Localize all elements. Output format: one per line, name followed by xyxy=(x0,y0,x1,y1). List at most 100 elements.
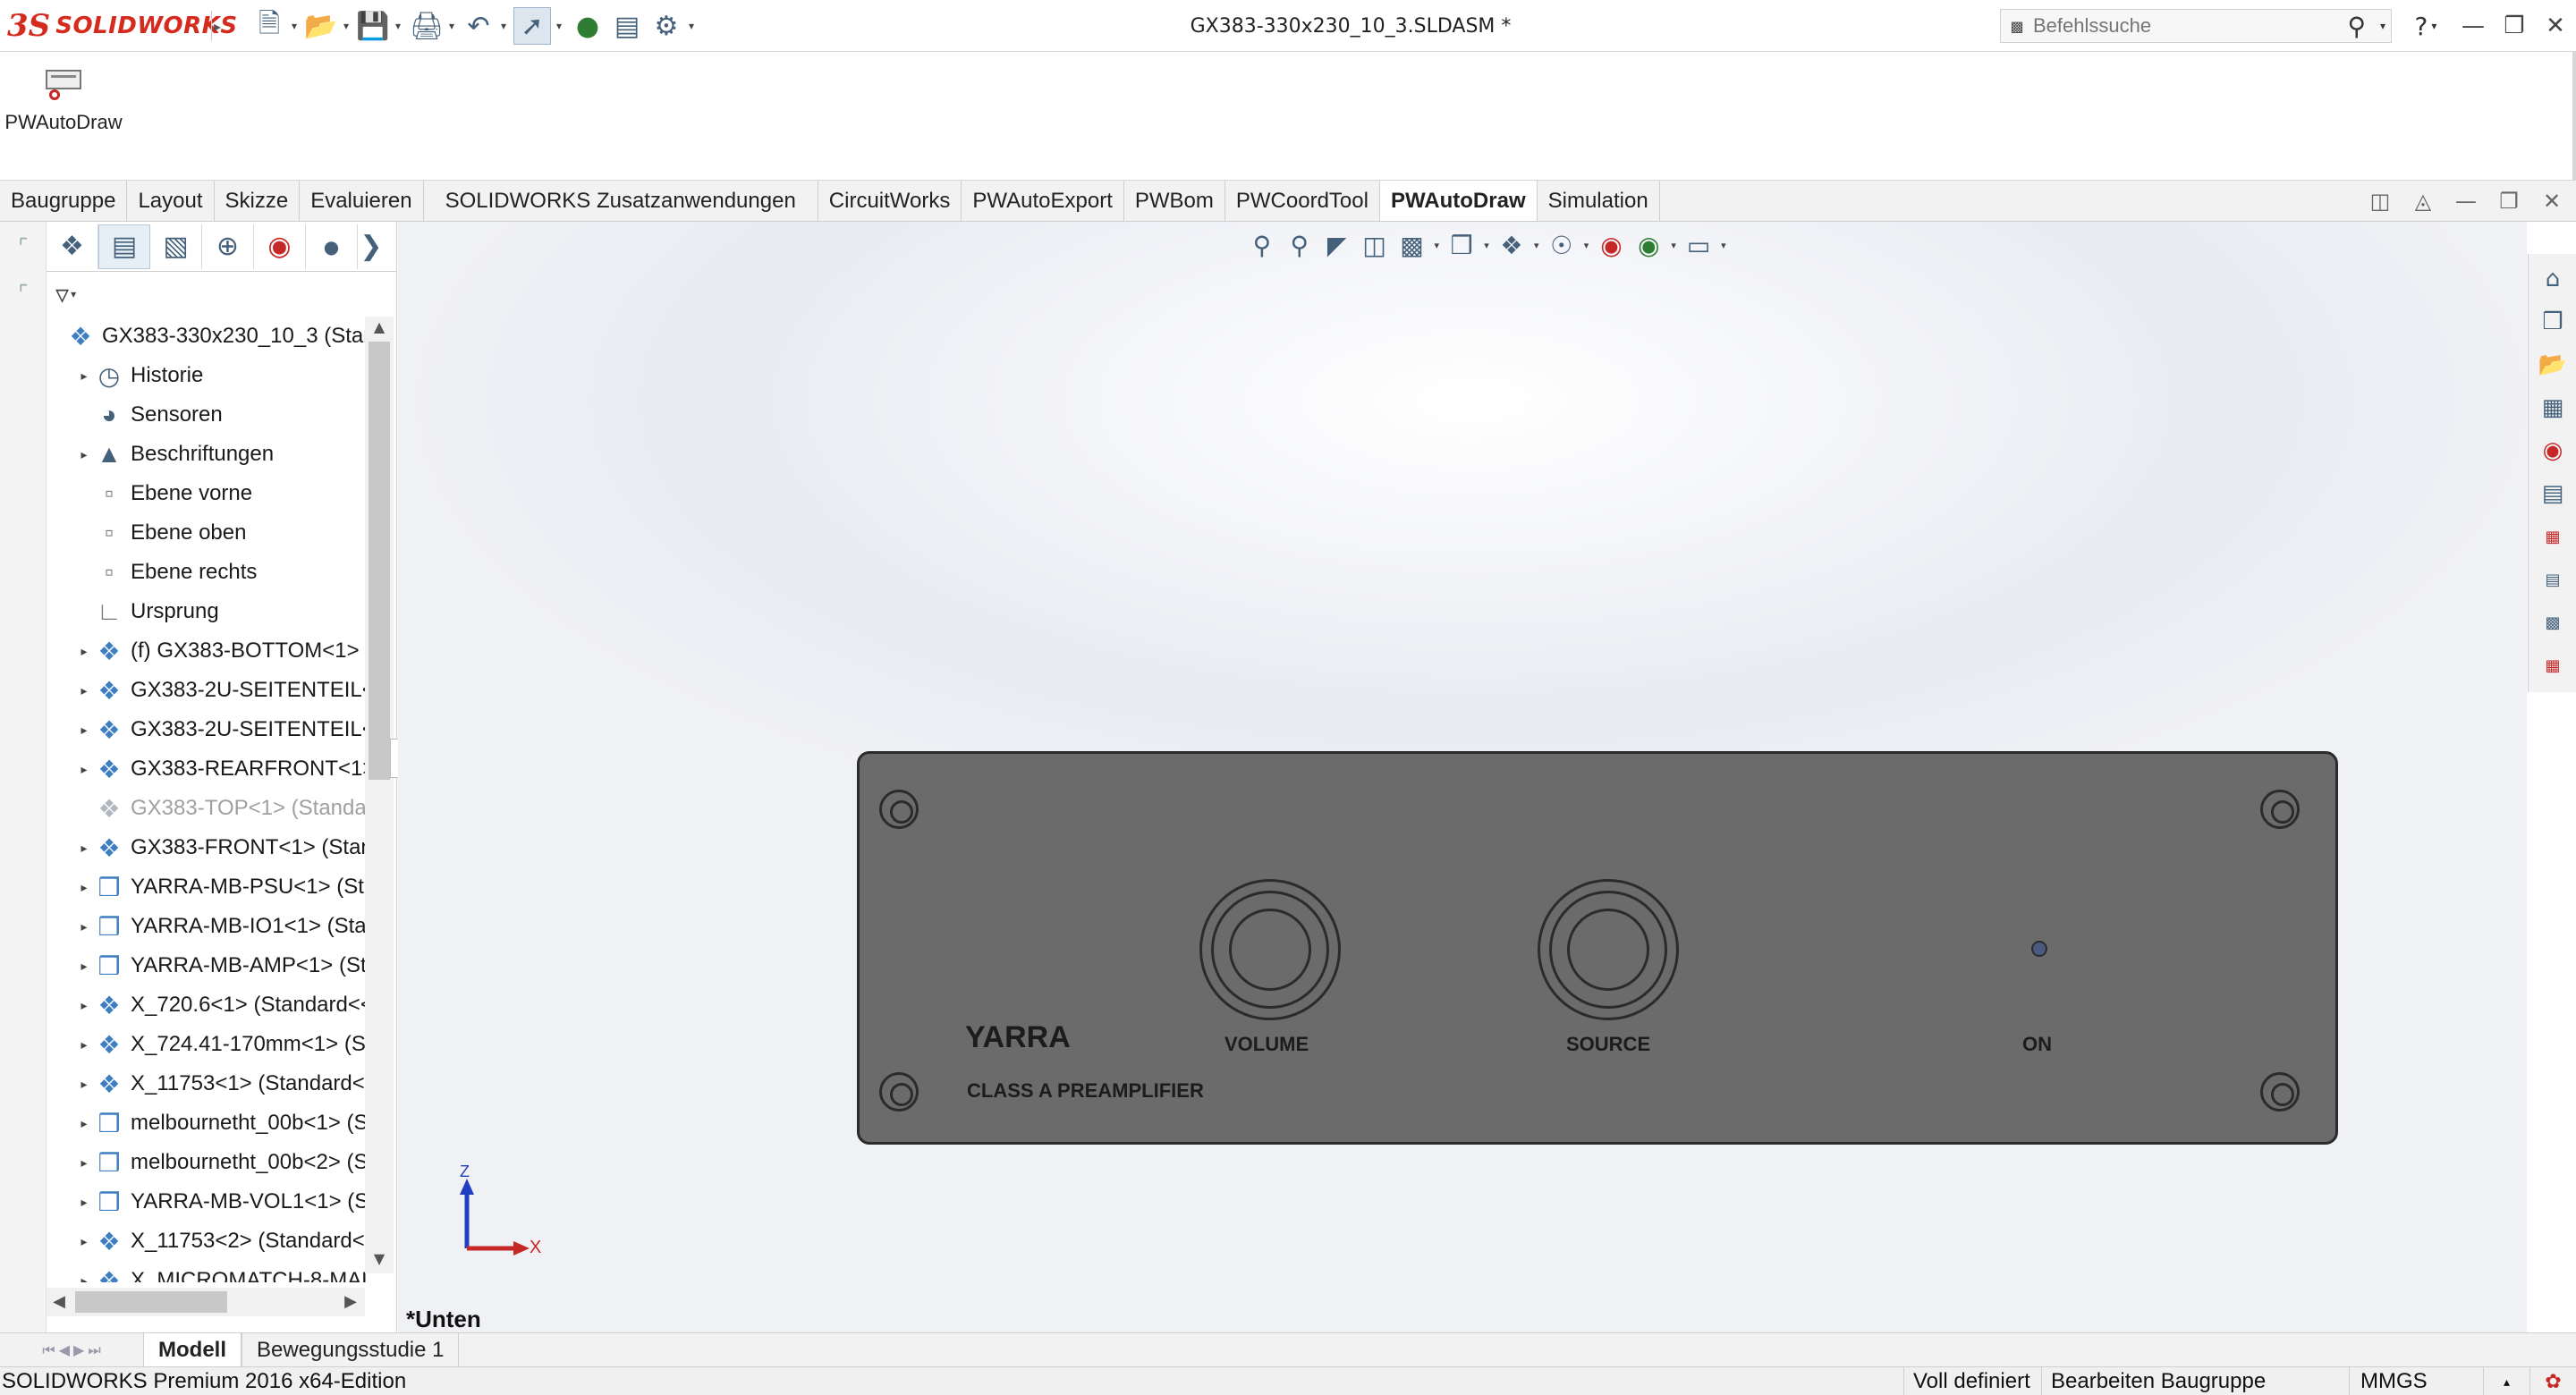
tree-item-subassembly[interactable]: ▸ ❒ melbournetht_00b<1> (Standard<Anzeig… xyxy=(75,1103,369,1143)
addin-task-icon-1[interactable]: ▦ xyxy=(2536,519,2570,554)
view-settings-icon[interactable]: ▭ xyxy=(1682,225,1716,265)
tree-item-ebene-rechts[interactable]: ▫ Ebene rechts xyxy=(75,553,369,592)
addin-task-icon-4[interactable]: ▦ xyxy=(2536,647,2570,683)
addin-task-icon-3[interactable]: ▩ xyxy=(2536,604,2570,640)
rebuild-traffic-light-icon[interactable]: ● xyxy=(569,7,606,45)
tab-layout[interactable]: Layout xyxy=(127,181,215,221)
tree-item-component[interactable]: ▸ ❖ X_11753<1> (Standard<<Standard>_Anze… xyxy=(75,1064,369,1103)
tree-item-ursprung[interactable]: ∟ Ursprung xyxy=(75,592,369,631)
expand-icon[interactable]: ▸ xyxy=(75,919,93,934)
tab-modell[interactable]: Modell xyxy=(143,1333,242,1366)
expand-icon[interactable]: ▸ xyxy=(75,368,93,384)
tree-vertical-scrollbar[interactable]: ▲ ▼ xyxy=(365,317,394,1273)
tab-simulation[interactable]: Simulation xyxy=(1538,181,1660,221)
tree-item-component[interactable]: ▸ ❖ X_720.6<1> (Standard<<Standard>_Anze… xyxy=(75,985,369,1025)
print-dropdown-icon[interactable]: ▾ xyxy=(445,7,458,45)
scene-dropdown-icon[interactable]: ▾ xyxy=(1669,240,1678,251)
undo-dropdown-icon[interactable]: ▾ xyxy=(497,7,510,45)
tree-item-component[interactable]: ▸ ❖ GX383-2U-SEITENTEIL<2> (Standard<<St… xyxy=(75,710,369,749)
property-manager-tab-icon[interactable]: ▤ xyxy=(98,224,150,269)
expand-icon[interactable]: ▸ xyxy=(75,1155,93,1171)
tree-item-subassembly[interactable]: ▸ ❒ YARRA-MB-VOL1<1> (Standard<Anzeigest… xyxy=(75,1182,369,1222)
scroll-thumb[interactable] xyxy=(369,342,390,780)
expand-icon[interactable]: ▸ xyxy=(75,1116,93,1131)
section-view-icon[interactable]: ◫ xyxy=(1358,225,1392,265)
display-style-dropdown-icon[interactable]: ▾ xyxy=(1532,240,1541,251)
tab-pwautodraw[interactable]: PWAutoDraw xyxy=(1379,181,1538,221)
expand-icon[interactable]: ▸ xyxy=(75,841,93,856)
first-tab-icon[interactable]: ⏮ xyxy=(42,1341,55,1359)
tab-skizze[interactable]: Skizze xyxy=(215,181,301,221)
command-search[interactable]: ▩ ⚲ ▾ xyxy=(2000,9,2392,43)
status-units[interactable]: MMGS xyxy=(2349,1367,2483,1395)
expand-icon[interactable]: ▸ xyxy=(75,723,93,738)
options-gear-icon[interactable]: ⚙ xyxy=(648,7,685,45)
save-dropdown-icon[interactable]: ▾ xyxy=(392,7,404,45)
tree-item-historie[interactable]: ▸ ◷ Historie xyxy=(75,356,369,395)
orientation-dropdown-icon[interactable]: ▾ xyxy=(1482,240,1491,251)
tree-item-subassembly[interactable]: ▸ ❒ melbournetht_00b<2> (Standard<Anzeig… xyxy=(75,1143,369,1182)
sketch-relation-icon[interactable]: ⌜ xyxy=(9,281,38,309)
mate-icon[interactable]: ⌜ xyxy=(9,234,38,263)
tab-pwautoexport[interactable]: PWAutoExport xyxy=(962,181,1124,221)
appearances-icon[interactable]: ◉ xyxy=(2536,433,2570,469)
tab-evaluieren[interactable]: Evaluieren xyxy=(300,181,424,221)
scroll-up-icon[interactable]: ▲ xyxy=(365,318,394,340)
search-icon[interactable]: ⚲ xyxy=(2347,12,2366,41)
file-explorer-icon[interactable]: 📂 xyxy=(2536,347,2570,383)
pwautodraw-button[interactable]: PWAutoDraw xyxy=(4,64,123,172)
expand-icon[interactable]: ▸ xyxy=(75,1037,93,1053)
search-scope-icon[interactable]: ▩ xyxy=(2001,18,2033,35)
doc-close-icon[interactable]: ✕ xyxy=(2537,189,2567,214)
custom-properties-icon[interactable]: ▤ xyxy=(2536,476,2570,512)
view-palette-icon[interactable]: ▦ xyxy=(2536,390,2570,426)
tree-root[interactable]: ❖ GX383-330x230_10_3 (Standard<Anzeigest… xyxy=(47,317,369,356)
expand-icon[interactable]: ▸ xyxy=(75,880,93,895)
zoom-to-area-icon[interactable]: ⚲ xyxy=(1283,225,1317,265)
expand-icon[interactable]: ▸ xyxy=(75,1273,93,1283)
annotation-dropdown-icon[interactable]: ▾ xyxy=(1432,240,1441,251)
edit-appearance-icon[interactable]: ◉ xyxy=(1595,225,1629,265)
tree-item-sensoren[interactable]: ◕ Sensoren xyxy=(75,395,369,435)
tab-pwbom[interactable]: PWBom xyxy=(1124,181,1225,221)
scroll-thumb[interactable] xyxy=(75,1291,227,1313)
tree-item-ebene-vorne[interactable]: ▫ Ebene vorne xyxy=(75,474,369,513)
options-dropdown-icon[interactable]: ▾ xyxy=(685,7,698,45)
select-arrow-icon[interactable]: ➚ xyxy=(513,7,551,45)
hide-show-items-icon[interactable]: ☉ xyxy=(1545,225,1579,265)
tree-item-component[interactable]: ▸ ❖ GX383-2U-SEITENTEIL<1> (Standard<<St… xyxy=(75,671,369,710)
tree-item-component[interactable]: ▸ ❖ X_MICROMATCH-8-MALE<1> (Standard<<St… xyxy=(75,1261,369,1283)
tree-item-component[interactable]: ▸ ❖ GX383-FRONT<1> (Standard<<Standard>_… xyxy=(75,828,369,867)
expand-icon[interactable]: ▸ xyxy=(75,1077,93,1092)
units-dropdown-icon[interactable]: ▴ xyxy=(2483,1367,2529,1395)
configuration-manager-tab-icon[interactable]: ▧ xyxy=(150,224,202,269)
search-input[interactable] xyxy=(2033,14,2301,38)
expand-icon[interactable]: ▸ xyxy=(75,447,93,462)
expand-icon[interactable]: ▸ xyxy=(75,762,93,777)
save-icon[interactable]: 💾 xyxy=(354,7,392,45)
doc-restore-icon[interactable]: ❐ xyxy=(2494,189,2524,214)
apply-scene-icon[interactable]: ◉ xyxy=(1631,225,1665,265)
search-dropdown-icon[interactable]: ▾ xyxy=(2380,20,2385,32)
front-panel-model[interactable]: YARRA CLASS A PREAMPLIFIER VOLUME SOURCE… xyxy=(857,751,2338,1145)
tab-baugruppe[interactable]: Baugruppe xyxy=(0,181,128,221)
scroll-left-icon[interactable]: ◀ xyxy=(47,1288,72,1316)
tree-item-component[interactable]: ▸ ❖ X_724.41-170mm<1> (Standard<<Standar… xyxy=(75,1025,369,1064)
last-tab-icon[interactable]: ⏭ xyxy=(88,1341,100,1359)
panel-tabs-scroll-icon[interactable]: ❯ xyxy=(358,224,385,269)
next-tab-icon[interactable]: ▶ xyxy=(73,1341,84,1358)
display-style-icon[interactable]: ❖ xyxy=(1495,225,1529,265)
select-dropdown-icon[interactable]: ▾ xyxy=(553,7,565,45)
tree-item-component[interactable]: ▸ ❖ X_11753<2> (Standard<<Standard>_Anze… xyxy=(75,1222,369,1261)
expand-icon[interactable]: ▸ xyxy=(75,959,93,974)
hide-show-dropdown-icon[interactable]: ▾ xyxy=(1582,240,1591,251)
restore-icon[interactable]: ❐ xyxy=(2494,7,2535,45)
tree-horizontal-scrollbar[interactable]: ◀ ▶ xyxy=(47,1288,365,1316)
display-manager-tab-icon[interactable]: ◉ xyxy=(254,224,306,269)
tree-item-subassembly[interactable]: ▸ ❒ YARRA-MB-IO1<1> (Standard<Anzeigesta… xyxy=(75,907,369,946)
tree-item-subassembly[interactable]: ▸ ❒ YARRA-MB-AMP<1> (Standard<Anzeigesta… xyxy=(75,946,369,985)
tree-item-subassembly[interactable]: ▸ ❒ YARRA-MB-PSU<1> (Standard<Anzeigesta… xyxy=(75,867,369,907)
design-library-icon[interactable]: ❒ xyxy=(2536,304,2570,340)
help-icon[interactable]: ? ▾ xyxy=(2404,7,2447,45)
tree-item-component-hidden[interactable]: ❖ GX383-TOP<1> (Standard<<Standard>_Anze… xyxy=(75,789,369,828)
